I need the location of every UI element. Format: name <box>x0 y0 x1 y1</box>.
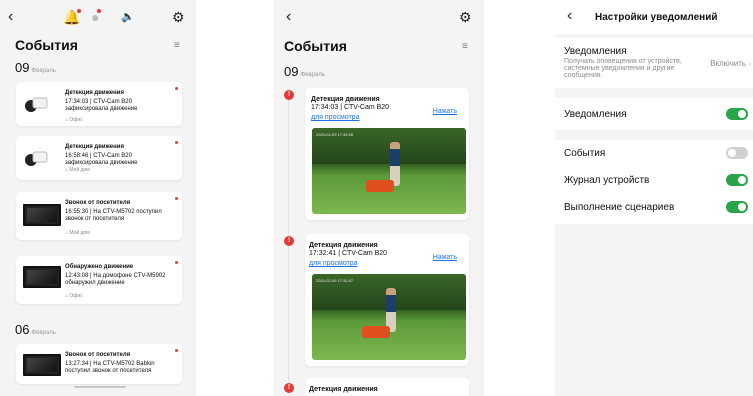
notifications-label: Уведомления <box>564 46 627 57</box>
event-title: Детекция движения <box>65 90 124 96</box>
event-card[interactable]: Детекция движения 17:34:03 | CTV-Cam B20… <box>16 82 182 126</box>
event-location: ⌂ Мой дом <box>65 230 90 236</box>
notifications-toggle-row: Уведомления <box>555 98 753 130</box>
date-header: 09 Февраль <box>15 60 56 75</box>
scenarios-label: Выполнение сценариев <box>564 202 675 213</box>
intercom-monitor-icon <box>23 204 61 226</box>
event-location: ⌂ Мой дом <box>65 167 90 173</box>
bell-icon[interactable]: 🔔 <box>63 9 82 24</box>
notifications-sub: Получать оповещения от устройств, систем… <box>564 58 682 79</box>
event-location: ⌂ Офис <box>65 117 83 123</box>
header: ‹ Настройки уведомлений <box>555 0 753 34</box>
person-filter-icon[interactable]: ● <box>91 9 102 24</box>
events-screen-middle: ‹ ⚙ События ≡ 09 Февраль ! ! ! Детекция д… <box>274 0 484 396</box>
alert-dot-icon: ! <box>284 383 294 393</box>
speaker-icon[interactable]: 🔈 <box>121 10 135 24</box>
view-link[interactable]: для просмотра <box>311 114 360 121</box>
top-bar: ‹ 🔔 ● 🔈 ⚙ <box>0 0 196 34</box>
scenarios-toggle[interactable] <box>726 201 748 213</box>
home-indicator <box>74 386 126 388</box>
categories-section: События Журнал устройств Выполнение сцен… <box>555 140 753 224</box>
alert-dot-icon: ! <box>284 236 294 246</box>
snapshot-image[interactable]: 2024-02-09 17:34:08 <box>312 128 466 214</box>
event-desc: 17:34:03 | CTV-Cam B20 зафиксировала дви… <box>65 99 138 112</box>
page-title: События <box>15 37 78 53</box>
event-title: Звонок от посетителя <box>65 200 131 206</box>
event-desc: 16:58:46 | CTV-Cam B20 зафиксировала дви… <box>65 153 138 166</box>
event-title: Звонок от посетителя <box>65 352 131 358</box>
event-card[interactable]: Звонок от посетителя 16:55:30 | На CTV-M… <box>16 192 182 240</box>
toggle-label: Уведомления <box>564 109 627 120</box>
alert-dot-icon: ! <box>284 90 294 100</box>
event-location: ⌂ Офис <box>65 293 83 299</box>
event-desc: 12:43:08 | На домофоне CTV-M5902 обнаруж… <box>65 273 166 286</box>
page-title: Настройки уведомлений <box>595 12 718 23</box>
event-title: Детекция движения <box>309 242 378 249</box>
events-screen-left: ‹ 🔔 ● 🔈 ⚙ События ≡ 09 Февраль Детекция д… <box>0 0 196 396</box>
intercom-monitor-icon <box>23 266 61 288</box>
gear-icon[interactable]: ⚙ <box>172 10 185 24</box>
camera-icon <box>23 146 59 170</box>
event-card[interactable]: Детекция движения 16:58:46 | CTV-Cam B20… <box>16 136 182 180</box>
event-desc: 13:27:34 | На CTV-M5702 Babkin поступил … <box>65 361 155 374</box>
filter-icon[interactable]: ≡ <box>462 40 468 54</box>
events-toggle[interactable] <box>726 147 748 159</box>
view-link[interactable]: Нажать <box>433 108 457 115</box>
page-title: События <box>284 38 347 54</box>
event-title: Детекция движения <box>309 386 378 393</box>
filter-icon[interactable]: ≡ <box>174 39 180 53</box>
enable-link[interactable]: Включить › <box>710 59 751 68</box>
event-desc: 16:55:30 | На CTV-M5702 поступил звонок … <box>65 209 162 222</box>
view-link[interactable]: Нажать <box>433 254 457 261</box>
event-title: Детекция движения <box>65 144 124 150</box>
gear-icon[interactable]: ⚙ <box>459 10 472 24</box>
event-card[interactable]: Детекция движения <box>305 378 469 396</box>
back-icon[interactable]: ‹ <box>8 9 13 25</box>
notifications-row[interactable]: Уведомления Получать оповещения от устро… <box>555 38 753 88</box>
view-link[interactable]: для просмотра <box>309 260 358 267</box>
event-title: Детекция движения <box>311 96 380 103</box>
event-card[interactable]: Звонок от посетителя 13:27:34 | На CTV-M… <box>16 344 182 384</box>
snapshot-timestamp: 2024-02-09 17:34:08 <box>316 132 354 137</box>
camera-icon <box>23 92 59 116</box>
intercom-monitor-icon <box>23 354 61 376</box>
snapshot-timestamp: 2024-02-09 17:32:47 <box>316 278 354 283</box>
event-card[interactable]: Детекция движения 17:32:41 | CTV-Cam B20… <box>305 234 469 366</box>
date-header: 09 Февраль <box>284 64 325 79</box>
device-log-toggle[interactable] <box>726 174 748 186</box>
events-label: События <box>564 148 606 159</box>
event-title: Обнаружено движение <box>65 264 134 270</box>
back-icon[interactable]: ‹ <box>567 8 572 24</box>
notifications-toggle[interactable] <box>726 108 748 120</box>
event-card[interactable]: Обнаружено движение 12:43:08 | На домофо… <box>16 256 182 304</box>
snapshot-image[interactable]: 2024-02-09 17:32:47 <box>312 274 466 360</box>
notification-settings-screen: ‹ Настройки уведомлений Уведомления Полу… <box>555 0 753 396</box>
device-log-label: Журнал устройств <box>564 175 650 186</box>
back-icon[interactable]: ‹ <box>286 9 291 25</box>
date-header: 06 Февраль <box>15 322 56 337</box>
event-card[interactable]: Детекция движения 17:34:03 | CTV-Cam B20… <box>305 88 469 220</box>
